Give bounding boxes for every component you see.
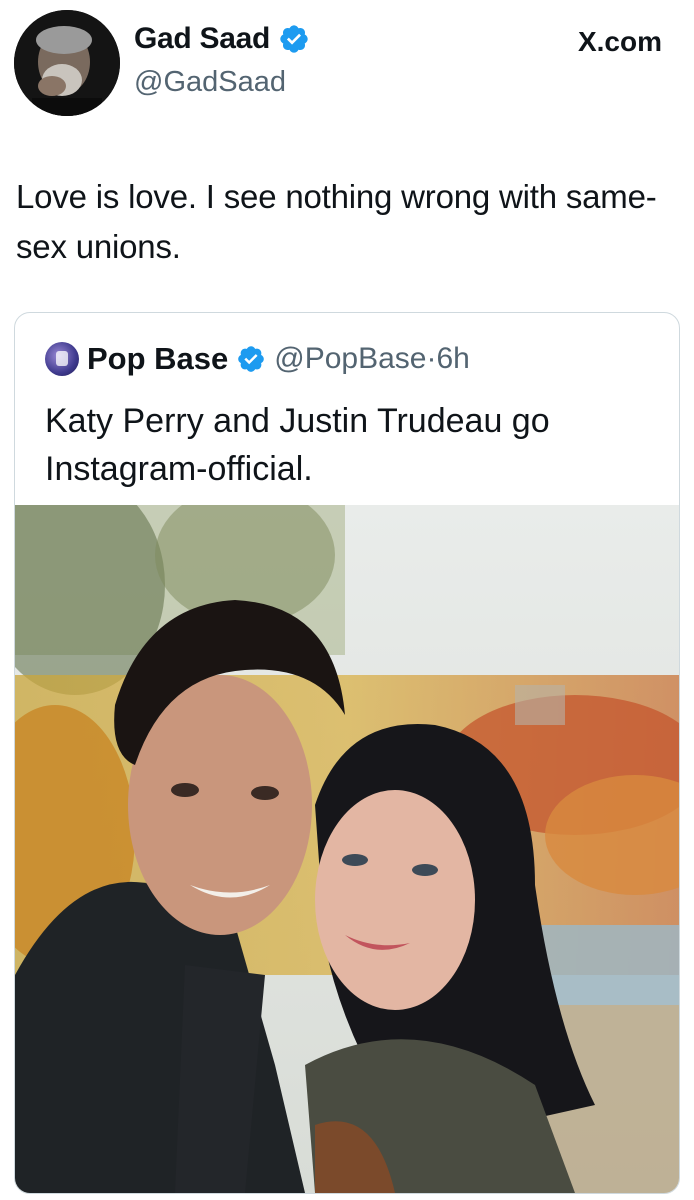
quoted-author-avatar[interactable] — [45, 342, 79, 376]
quoted-tweet-photo[interactable] — [15, 505, 679, 1193]
tweet-text: Love is love. I see nothing wrong with s… — [16, 178, 657, 265]
quoted-tweet-text: Katy Perry and Justin Trudeau go Instagr… — [45, 402, 550, 488]
author-avatar-image — [14, 10, 120, 116]
verified-badge-icon — [280, 25, 308, 53]
quoted-author-handle[interactable]: @PopBase·6h — [274, 342, 470, 376]
quoted-tweet-header: Pop Base @PopBase·6h — [45, 341, 470, 377]
author-handle[interactable]: @GadSaad — [134, 66, 286, 99]
author-name[interactable]: Gad Saad — [134, 22, 270, 56]
author-name-row: Gad Saad — [134, 22, 310, 56]
quoted-tweet-time[interactable]: 6h — [437, 342, 470, 375]
selfie-photo-illustration — [15, 505, 679, 1193]
site-label: X.com — [577, 26, 662, 57]
author-avatar[interactable] — [14, 10, 120, 116]
quoted-author-name[interactable]: Pop Base — [87, 341, 228, 377]
verified-badge-icon — [238, 346, 265, 372]
meta-separator: · — [426, 342, 437, 375]
quoted-tweet-card[interactable]: Pop Base @PopBase·6h Katy Perry and Just… — [14, 312, 680, 1194]
